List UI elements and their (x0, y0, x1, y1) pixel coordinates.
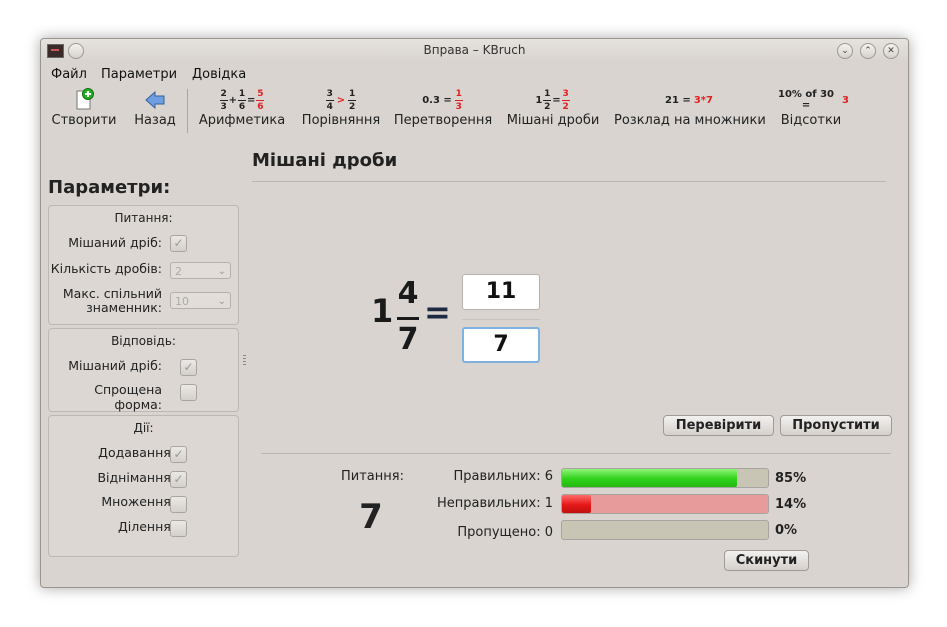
menu-file[interactable]: Файл (51, 67, 87, 82)
max-denominator-label: Макс. спільний знаменник: (62, 286, 162, 315)
kbruch-window: Вправа – KBruch ⌄ ⌃ ✕ Файл Параметри Дов… (40, 38, 909, 588)
task-whole-number: 1 (371, 292, 394, 330)
reduced-form-label: Спрощена форма: (94, 382, 162, 412)
conversion-label: Перетворення (393, 113, 493, 128)
percentage-icon: 10% of 30 = 3 (777, 89, 849, 111)
tool-comparison[interactable]: 34 > 12 Порівняння (299, 87, 383, 137)
question-mixed-label: Мішаний дріб: (68, 235, 162, 250)
arithmetic-icon: 23 + 16 = 56 (219, 88, 265, 112)
operations-group-title: Дії: (133, 421, 154, 435)
factorization-label: Розклад на множники (614, 113, 766, 128)
multiplication-label: Множення: (101, 494, 175, 509)
reduced-form-checkbox[interactable] (180, 384, 197, 401)
mixed-numbers-label: Мішані дроби (506, 113, 600, 128)
skipped-progress-bar (561, 520, 769, 540)
fraction-count-label: Кількість дробів: (50, 261, 162, 276)
incorrect-label: Неправильних: 1 (437, 496, 553, 511)
new-label: Створити (51, 113, 117, 128)
question-group-title: Питання: (114, 211, 173, 225)
task-fraction-bar (397, 317, 419, 320)
equals-sign: = (424, 293, 451, 331)
skipped-percent: 0% (775, 523, 798, 538)
answer-denominator-input[interactable]: 7 (462, 327, 540, 363)
menu-help[interactable]: Довідка (192, 67, 246, 82)
panel-splitter-handle[interactable] (243, 355, 246, 367)
incorrect-progress-fill (562, 495, 591, 513)
comparison-label: Порівняння (301, 113, 381, 128)
answer-numerator-input[interactable]: 11 (462, 274, 540, 310)
division-label: Ділення: (118, 519, 175, 534)
incorrect-percent: 14% (775, 497, 807, 512)
multiplication-checkbox[interactable] (170, 496, 187, 513)
close-icon[interactable]: ✕ (883, 43, 899, 59)
factorization-icon: 21 = 3*7 (665, 94, 713, 106)
tool-mixed-numbers[interactable]: 1 12 = 32 Мішані дроби (506, 87, 600, 137)
incorrect-progress-bar (561, 494, 769, 514)
menu-bar: Файл Параметри Довідка (41, 63, 908, 85)
percentage-label: Відсотки (780, 113, 842, 128)
task-numerator: 4 (397, 276, 419, 311)
task-denominator: 7 (397, 322, 419, 357)
check-button[interactable]: Перевірити (663, 415, 774, 436)
division-checkbox[interactable] (170, 520, 187, 537)
question-options-group: Питання: Мішаний дріб: ✓ Кількість дробі… (48, 205, 239, 325)
question-mixed-checkbox[interactable]: ✓ (170, 235, 187, 252)
reset-button[interactable]: Скинути (724, 550, 809, 571)
operations-options-group: Дії: Додавання: ✓ Віднімання: ✓ Множення… (48, 415, 239, 557)
questions-label: Питання: (341, 469, 404, 484)
answer-group-title: Відповідь: (111, 334, 176, 348)
options-title: Параметри: (48, 177, 171, 198)
tool-percentage[interactable]: 10% of 30 = 3 Відсотки (773, 87, 849, 137)
new-button[interactable]: Створити (49, 87, 119, 137)
questions-count: 7 (359, 497, 383, 537)
addition-label: Додавання: (98, 445, 175, 460)
comparison-icon: 34 > 12 (325, 88, 357, 112)
toolbar-separator (187, 89, 188, 133)
conversion-icon: 0.3 = 13 (422, 88, 463, 112)
back-label: Назад (134, 113, 176, 128)
correct-progress-bar (561, 468, 769, 488)
minimize-icon[interactable]: ⌄ (837, 43, 853, 59)
stats-divider (261, 453, 891, 454)
addition-checkbox[interactable]: ✓ (170, 446, 187, 463)
window-title: Вправа – KBruch (423, 43, 526, 57)
chevron-down-icon: ⌄ (217, 266, 226, 277)
subtraction-checkbox[interactable]: ✓ (170, 471, 187, 488)
skipped-label: Пропущено: 0 (457, 525, 553, 540)
mixed-numbers-icon: 1 12 = 32 (535, 88, 570, 112)
skip-button[interactable]: Пропустити (780, 415, 892, 436)
arithmetic-label: Арифметика (198, 113, 286, 128)
correct-progress-fill (562, 469, 738, 487)
new-document-icon (49, 87, 119, 113)
answer-fraction-bar (462, 319, 540, 320)
fraction-count-select[interactable]: 2 ⌄ (170, 262, 231, 279)
tool-conversion[interactable]: 0.3 = 13 Перетворення (391, 87, 495, 137)
back-arrow-icon (129, 87, 181, 113)
tool-arithmetic[interactable]: 23 + 16 = 56 Арифметика (196, 87, 288, 137)
toolbar: Створити Назад 23 + 16 = 56 Арифметика 3… (41, 87, 908, 139)
tool-factorization[interactable]: 21 = 3*7 Розклад на множники (614, 87, 766, 137)
answer-options-group: Відповідь: Мішаний дріб: ✓ Спрощена форм… (48, 328, 239, 412)
back-button[interactable]: Назад (129, 87, 181, 137)
heading-divider (252, 181, 886, 182)
max-denominator-select[interactable]: 10 ⌄ (170, 292, 231, 309)
maximize-icon[interactable]: ⌃ (860, 43, 876, 59)
answer-mixed-label: Мішаний дріб: (68, 358, 162, 373)
subtraction-label: Віднімання: (97, 470, 175, 485)
correct-label: Правильних: 6 (453, 469, 554, 484)
page-title: Мішані дроби (252, 150, 398, 171)
correct-percent: 85% (775, 471, 807, 486)
answer-mixed-checkbox[interactable]: ✓ (180, 359, 197, 376)
title-bar[interactable]: Вправа – KBruch ⌄ ⌃ ✕ (41, 39, 908, 63)
chevron-down-icon: ⌄ (217, 296, 226, 307)
menu-settings[interactable]: Параметри (101, 67, 177, 82)
